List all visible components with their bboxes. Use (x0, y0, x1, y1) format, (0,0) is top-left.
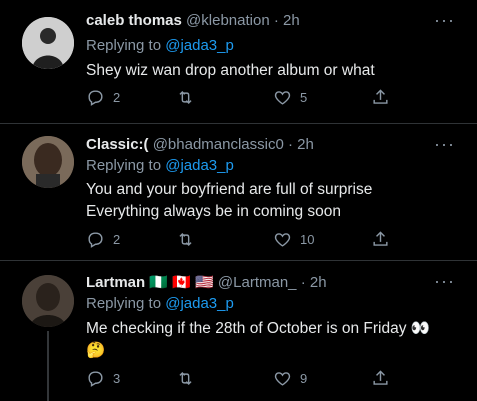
reply-button[interactable]: 2 (86, 230, 120, 249)
share-button[interactable] (371, 230, 390, 249)
reply-count: 3 (113, 371, 121, 386)
like-count: 5 (300, 90, 308, 105)
heart-icon (274, 372, 291, 386)
reply-icon (88, 232, 103, 248)
tweet-text-line: Everything always be in coming soon (86, 203, 342, 220)
mention-link[interactable]: @jada3_p (165, 157, 234, 174)
tweet-header: Lartman 🇳🇬 🇨🇦 🇺🇸 @Lartman_ · 2h (86, 273, 327, 291)
retweet-button[interactable] (176, 230, 203, 249)
tweet-text: You and your boyfriend are full of surpr… (86, 179, 372, 223)
replying-prefix: Replying to (86, 37, 162, 54)
retweet-icon (179, 371, 192, 386)
share-icon (373, 89, 388, 104)
retweet-icon (179, 90, 192, 105)
tweet-text-line: Me checking if the 28th of October is on… (86, 320, 431, 337)
replying-to: Replying to @jada3_p (86, 37, 234, 54)
timestamp[interactable]: · 2h (274, 12, 300, 29)
reply-button[interactable]: 2 (86, 88, 120, 107)
heart-icon (274, 233, 291, 247)
thread-line (47, 331, 49, 401)
divider (0, 260, 477, 261)
avatar[interactable] (22, 275, 74, 327)
heart-icon (274, 91, 291, 105)
tweet-text-line: Shey wiz wan drop another album or what (86, 62, 375, 79)
action-bar: 2 10 (86, 230, 388, 250)
reply-icon (88, 371, 103, 387)
reply-button[interactable]: 3 (86, 369, 120, 388)
tweet-text-line: 🤔 (86, 342, 106, 359)
author-name[interactable]: Classic:( (86, 136, 149, 153)
reply-icon (88, 90, 103, 106)
author-handle[interactable]: @bhadmanclassic0 (153, 136, 284, 153)
mention-link[interactable]: @jada3_p (165, 37, 234, 54)
author-flags: 🇳🇬 🇨🇦 🇺🇸 (149, 274, 214, 291)
like-button[interactable]: 9 (273, 369, 307, 388)
tweet-text-line: You and your boyfriend are full of surpr… (86, 181, 373, 198)
replying-to: Replying to @jada3_p (86, 295, 234, 312)
retweet-icon (179, 232, 192, 247)
more-icon[interactable]: ··· (434, 271, 455, 292)
author-handle[interactable]: @klebnation (186, 12, 270, 29)
share-button[interactable] (371, 369, 390, 388)
action-bar: 2 5 (86, 88, 388, 108)
avatar[interactable] (22, 17, 74, 69)
like-button[interactable]: 5 (273, 88, 307, 107)
author-name[interactable]: Lartman (86, 274, 145, 291)
replying-to: Replying to @jada3_p (86, 157, 234, 174)
replying-prefix: Replying to (86, 157, 162, 174)
action-bar: 3 9 (86, 369, 388, 389)
author-handle[interactable]: @Lartman_ (218, 274, 297, 291)
divider (0, 123, 477, 124)
like-count: 9 (300, 371, 308, 386)
replying-prefix: Replying to (86, 295, 162, 312)
share-icon (373, 231, 388, 246)
like-button[interactable]: 10 (273, 230, 314, 249)
tweet-text: Shey wiz wan drop another album or what (86, 60, 375, 82)
retweet-button[interactable] (176, 369, 203, 388)
retweet-button[interactable] (176, 88, 203, 107)
like-count: 10 (300, 232, 315, 247)
share-icon (373, 370, 388, 385)
tweet-header: caleb thomas @klebnation · 2h (86, 12, 300, 29)
reply-count: 2 (113, 232, 121, 247)
avatar[interactable] (22, 136, 74, 188)
timestamp[interactable]: · 2h (288, 136, 314, 153)
reply-count: 2 (113, 90, 121, 105)
timestamp[interactable]: · 2h (301, 274, 327, 291)
more-icon[interactable]: ··· (434, 10, 455, 31)
tweet-text: Me checking if the 28th of October is on… (86, 318, 430, 362)
share-button[interactable] (371, 88, 390, 107)
author-name[interactable]: caleb thomas (86, 12, 182, 29)
more-icon[interactable]: ··· (434, 134, 455, 155)
tweet-header: Classic:( @bhadmanclassic0 · 2h (86, 136, 314, 153)
mention-link[interactable]: @jada3_p (165, 295, 234, 312)
